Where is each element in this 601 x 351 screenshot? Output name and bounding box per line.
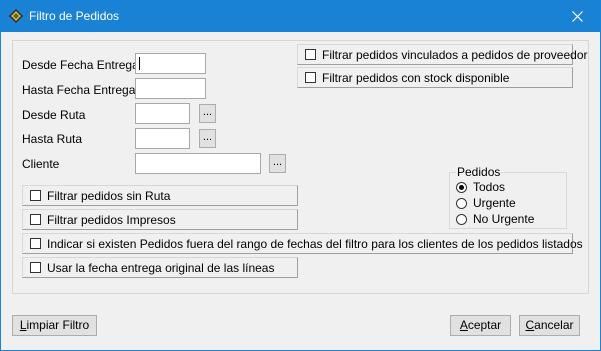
- hasta-fecha-entrega-label: Hasta Fecha Entrega: [22, 83, 136, 97]
- cliente-field[interactable]: [135, 153, 261, 174]
- indicar-fuera-rango-label: Indicar si existen Pedidos fuera del ran…: [47, 237, 583, 251]
- usar-fecha-original-label: Usar la fecha entrega original de las lí…: [47, 261, 275, 275]
- filtrar-impresos-checkbox-row[interactable]: Filtrar pedidos Impresos: [22, 209, 298, 230]
- limpiar-filtro-label: impiar Filtro: [26, 318, 90, 332]
- filtrar-stock-checkbox[interactable]: [305, 72, 316, 83]
- hasta-ruta-field[interactable]: [135, 128, 190, 149]
- desde-fecha-entrega-field[interactable]: [135, 53, 206, 74]
- radio-urgente-indicator[interactable]: [456, 198, 467, 209]
- close-icon: [571, 11, 583, 22]
- indicar-fuera-rango-checkbox-row[interactable]: Indicar si existen Pedidos fuera del ran…: [22, 233, 583, 254]
- radio-todos-label: Todos: [473, 180, 506, 194]
- usar-fecha-original-checkbox-row[interactable]: Usar la fecha entrega original de las lí…: [22, 257, 298, 278]
- desde-fecha-entrega-label: Desde Fecha Entrega: [22, 58, 139, 72]
- filtrar-sin-ruta-label: Filtrar pedidos sin Ruta: [47, 189, 171, 203]
- filtrar-sin-ruta-checkbox[interactable]: [30, 190, 41, 201]
- filtrar-impresos-label: Filtrar pedidos Impresos: [47, 213, 176, 227]
- filtrar-sin-ruta-checkbox-row[interactable]: Filtrar pedidos sin Ruta: [22, 185, 298, 206]
- window-title: Filtro de Pedidos: [29, 9, 120, 23]
- usar-fecha-original-checkbox[interactable]: [30, 262, 41, 273]
- radio-urgente-label: Urgente: [473, 196, 516, 210]
- title-bar[interactable]: Filtro de Pedidos: [1, 1, 600, 32]
- pedidos-group-title: Pedidos: [456, 165, 502, 179]
- filtrar-stock-checkbox-row[interactable]: Filtrar pedidos con stock disponible: [297, 67, 573, 88]
- filter-dialog: Filtro de Pedidos Desde Fecha Entrega Ha…: [0, 0, 601, 351]
- aceptar-accel: A: [459, 318, 468, 332]
- aceptar-button[interactable]: Aceptar: [450, 315, 511, 336]
- aceptar-label: ceptar: [467, 318, 502, 332]
- limpiar-filtro-button[interactable]: Limpiar Filtro: [12, 315, 97, 336]
- cancelar-label: ancelar: [534, 318, 574, 332]
- desde-ruta-label: Desde Ruta: [22, 108, 86, 122]
- indicar-fuera-rango-checkbox[interactable]: [30, 238, 41, 249]
- hasta-ruta-browse-button[interactable]: ...: [199, 129, 216, 148]
- desde-ruta-browse-button[interactable]: ...: [199, 104, 216, 123]
- close-button[interactable]: [554, 1, 600, 32]
- desde-ruta-field[interactable]: [135, 103, 190, 124]
- hasta-ruta-label: Hasta Ruta: [22, 132, 83, 146]
- cliente-label: Cliente: [22, 157, 60, 171]
- radio-no-urgente-label: No Urgente: [473, 212, 535, 226]
- filtrar-vinculados-label: Filtrar pedidos vinculados a pedidos de …: [322, 48, 588, 62]
- filtrar-vinculados-checkbox-row[interactable]: Filtrar pedidos vinculados a pedidos de …: [297, 44, 588, 65]
- filtrar-impresos-checkbox[interactable]: [30, 214, 41, 225]
- filtrar-vinculados-checkbox[interactable]: [305, 49, 316, 60]
- hasta-fecha-entrega-field[interactable]: [135, 78, 206, 99]
- filtrar-stock-label: Filtrar pedidos con stock disponible: [322, 71, 510, 85]
- radio-no-urgente-indicator[interactable]: [456, 214, 467, 225]
- radio-todos-indicator[interactable]: [456, 182, 467, 193]
- app-tool-icon: [9, 9, 23, 23]
- cancelar-accel: C: [525, 318, 535, 332]
- cliente-browse-button[interactable]: ...: [269, 154, 286, 173]
- cancelar-button[interactable]: Cancelar: [519, 315, 580, 336]
- text-caret: [139, 57, 140, 70]
- limpiar-filtro-accel: L: [19, 318, 27, 332]
